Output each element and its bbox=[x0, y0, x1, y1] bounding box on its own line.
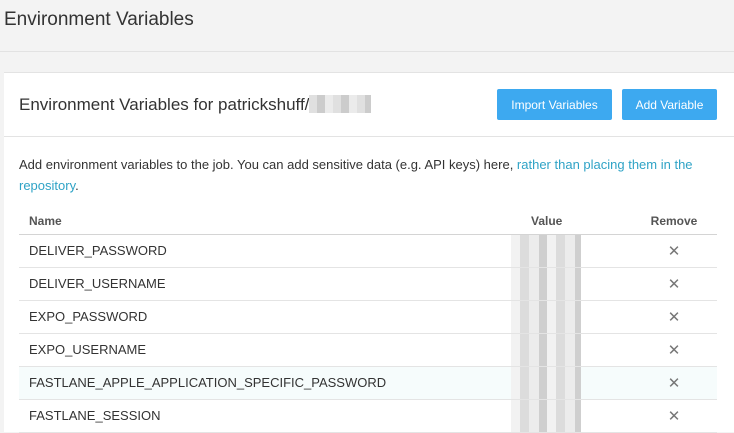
remove-icon[interactable]: ✕ bbox=[631, 333, 717, 367]
env-vars-table: Name Value Remove DELIVER_PASSWORD ✕ DELIV… bbox=[19, 210, 717, 433]
remove-icon[interactable]: ✕ bbox=[631, 267, 717, 301]
table-row: FASTLANE_SESSION ✕ bbox=[19, 399, 717, 433]
masked-value bbox=[511, 366, 581, 399]
page-title: Environment Variables bbox=[4, 9, 194, 30]
remove-icon[interactable]: ✕ bbox=[631, 399, 717, 433]
variable-name: DELIVER_PASSWORD bbox=[19, 234, 521, 268]
masked-value bbox=[511, 399, 581, 432]
table-body: DELIVER_PASSWORD ✕ DELIVER_USERNAME ✕ EXPO_P… bbox=[19, 234, 717, 433]
variable-name: EXPO_USERNAME bbox=[19, 333, 521, 367]
variable-value bbox=[511, 234, 631, 268]
header-value: Value bbox=[521, 210, 631, 235]
table-header-row: Name Value Remove bbox=[19, 210, 717, 235]
card-header: Environment Variables for patrickshuff/ … bbox=[4, 73, 734, 137]
page-header: Environment Variables bbox=[0, 0, 734, 52]
env-vars-card: Environment Variables for patrickshuff/ … bbox=[4, 72, 734, 433]
card-body: Add environment variables to the job. Yo… bbox=[4, 137, 734, 433]
header-remove: Remove bbox=[631, 210, 717, 235]
add-variable-button[interactable]: Add Variable bbox=[622, 89, 717, 120]
remove-icon[interactable]: ✕ bbox=[631, 300, 717, 334]
remove-icon[interactable]: ✕ bbox=[631, 234, 717, 268]
table-row: EXPO_USERNAME ✕ bbox=[19, 333, 717, 367]
remove-icon[interactable]: ✕ bbox=[631, 366, 717, 400]
table-row: DELIVER_PASSWORD ✕ bbox=[19, 234, 717, 268]
masked-value bbox=[511, 300, 581, 333]
variable-value bbox=[511, 366, 631, 400]
card-title: Environment Variables for patrickshuff/ bbox=[19, 95, 372, 115]
card-title-text: Environment Variables for patrickshuff/ bbox=[19, 95, 310, 114]
description-text: Add environment variables to the job. Yo… bbox=[19, 157, 517, 172]
table-row: FASTLANE_APPLE_APPLICATION_SPECIFIC_PASS… bbox=[19, 366, 717, 400]
variable-value bbox=[511, 267, 631, 301]
header-name: Name bbox=[19, 210, 521, 235]
variable-value bbox=[511, 399, 631, 433]
masked-value bbox=[511, 267, 581, 300]
table-row: EXPO_PASSWORD ✕ bbox=[19, 300, 717, 334]
table-row: DELIVER_USERNAME ✕ bbox=[19, 267, 717, 301]
masked-value bbox=[511, 234, 581, 267]
variable-value bbox=[511, 333, 631, 367]
variable-value bbox=[511, 300, 631, 334]
masked-value bbox=[511, 333, 581, 366]
variable-name: FASTLANE_SESSION bbox=[19, 399, 521, 433]
variable-name: FASTLANE_APPLE_APPLICATION_SPECIFIC_PASS… bbox=[19, 366, 521, 400]
import-variables-button[interactable]: Import Variables bbox=[497, 89, 612, 120]
redacted-repo-name bbox=[309, 95, 372, 113]
variable-name: EXPO_PASSWORD bbox=[19, 300, 521, 334]
description-end: . bbox=[75, 178, 79, 193]
variable-name: DELIVER_USERNAME bbox=[19, 267, 521, 301]
description: Add environment variables to the job. Yo… bbox=[19, 154, 719, 196]
